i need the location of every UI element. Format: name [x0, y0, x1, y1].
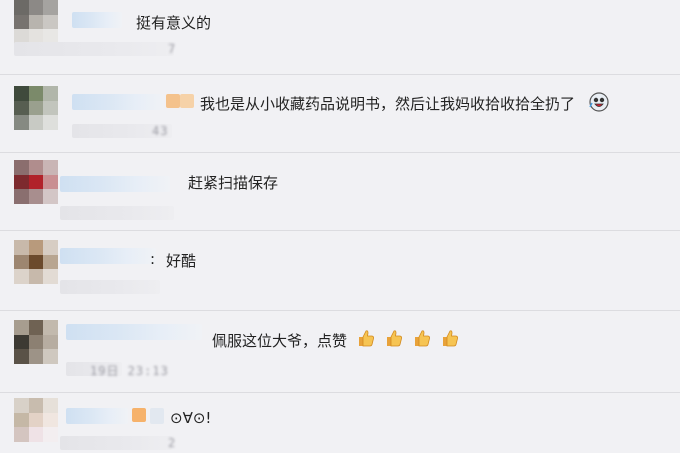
username[interactable] [60, 248, 156, 264]
comment-item: 挺有意义的 7 [0, 0, 680, 75]
username[interactable] [60, 176, 170, 192]
avatar[interactable] [14, 160, 58, 204]
avatar[interactable] [14, 240, 58, 284]
comment-text: 赶紧扫描保存 [188, 174, 279, 192]
username-extra [150, 408, 164, 424]
username[interactable] [66, 324, 202, 340]
comment-text: 佩服这位大爷，点赞 [212, 332, 348, 350]
comment-meta: 2 [168, 436, 177, 450]
thumbs-up-icon [387, 330, 402, 347]
comment-meta: 19日 23:13 [90, 364, 169, 378]
comment-prefix: : [150, 250, 156, 268]
comment-text: 好酷 [166, 252, 197, 270]
comment-item: : 好酷 [0, 230, 680, 311]
comment-item: 我也是从小收藏药品说明书，然后让我妈收拾收拾全扔了 43 [0, 74, 680, 153]
laughing-crying-face-icon [589, 92, 609, 112]
username[interactable] [66, 408, 128, 424]
avatar[interactable] [14, 320, 58, 364]
comment-meta: 43 [152, 124, 169, 138]
comment-meta-blur [60, 436, 172, 450]
user-badge [180, 94, 194, 108]
avatar[interactable] [14, 0, 58, 44]
comment-item: ⊙∀⊙! 2 [0, 392, 680, 453]
thumbs-up-icon [443, 330, 458, 347]
avatar[interactable] [14, 398, 58, 442]
comment-text: ⊙∀⊙! [170, 409, 212, 427]
thumbs-up-icon [415, 330, 430, 347]
user-badge [166, 94, 180, 108]
comment-item: 赶紧扫描保存 [0, 152, 680, 231]
comment-item: 佩服这位大爷，点赞 19日 23:13 [0, 310, 680, 393]
avatar[interactable] [14, 86, 58, 130]
user-badge [132, 408, 146, 422]
comment-text: 挺有意义的 [136, 14, 212, 32]
comment-meta-blur [60, 280, 160, 294]
thumbs-up-icon [359, 330, 374, 347]
comment-text: 我也是从小收藏药品说明书，然后让我妈收拾收拾全扔了 [200, 95, 576, 113]
username[interactable] [72, 94, 164, 110]
comment-meta: 7 [168, 42, 177, 56]
comment-meta-blur [60, 206, 174, 220]
comment-meta-blur [14, 42, 174, 56]
username[interactable] [72, 12, 122, 28]
